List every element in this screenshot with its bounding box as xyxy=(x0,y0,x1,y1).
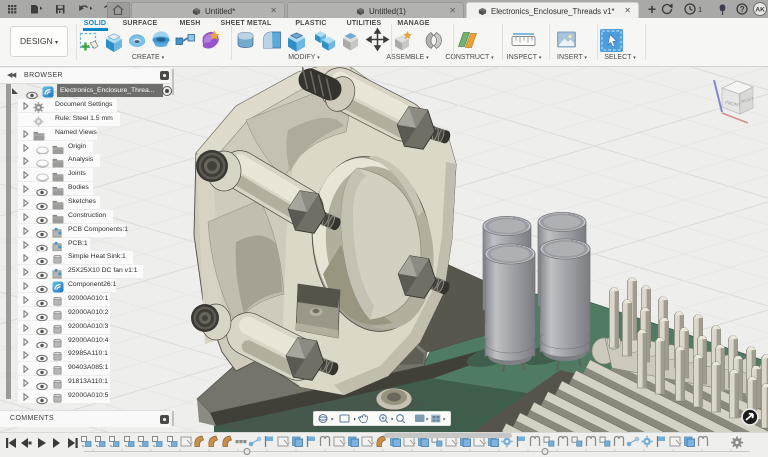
svg-text:1: 1 xyxy=(698,5,702,14)
svg-text:?: ? xyxy=(740,5,745,14)
svg-text:AK: AK xyxy=(755,7,765,14)
